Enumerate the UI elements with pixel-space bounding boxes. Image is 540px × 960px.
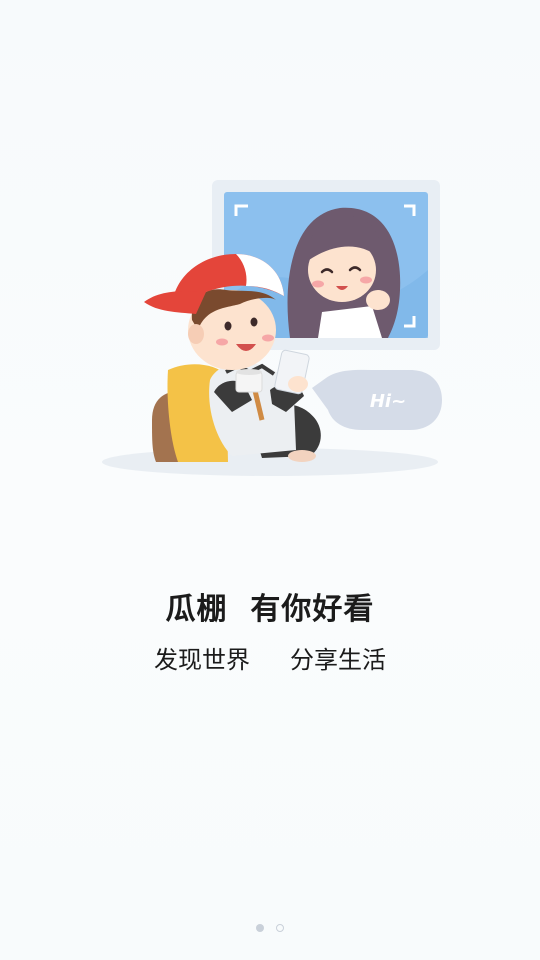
tagline-subtitle: 发现世界 分享生活 — [0, 640, 540, 675]
pager-dot-inactive-icon[interactable] — [276, 924, 284, 932]
speech-bubble: Hi~ — [312, 369, 442, 430]
pager-dot-active-icon[interactable] — [256, 924, 264, 932]
subtitle-discover-world: 发现世界 — [154, 646, 250, 674]
tagline-title: 瓜棚 有你好看 — [165, 592, 375, 627]
page-indicator — [0, 924, 540, 936]
speech-bubble-text: Hi~ — [370, 391, 406, 412]
subtitle-share-life: 分享生活 — [290, 646, 386, 674]
onboarding-screen: Hi~ 瓜棚 有你好看 发现世界 分享生活 — [0, 0, 540, 960]
boy-video-chat-illustration: Hi~ — [102, 180, 442, 476]
